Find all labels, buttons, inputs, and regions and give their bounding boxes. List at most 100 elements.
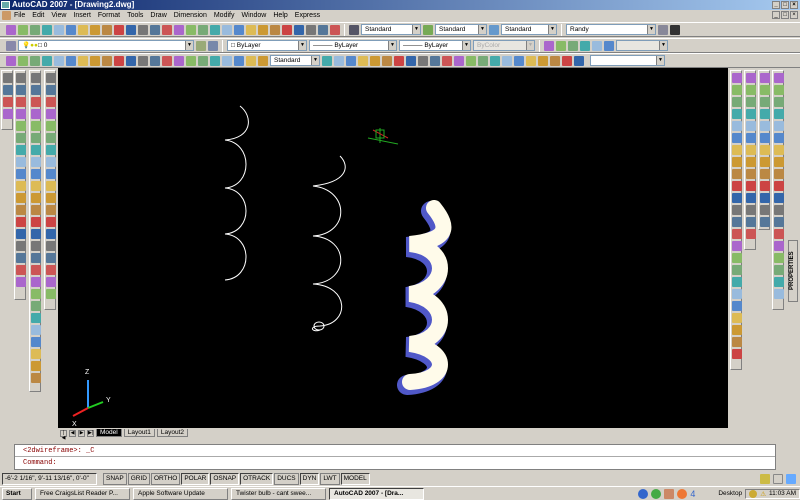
toolbar-lock-icon[interactable] — [773, 473, 783, 484]
viewport-tool-icon-4[interactable] — [580, 40, 590, 51]
righttb1-tool-icon-15[interactable] — [732, 241, 742, 251]
lefttb4-tool-icon-4[interactable] — [46, 109, 56, 119]
righttb1-tool-icon-5[interactable] — [732, 121, 742, 131]
dimension-tool-icon-12[interactable] — [138, 55, 148, 66]
righttb1-tool-icon-8[interactable] — [732, 157, 742, 167]
righttb4-tool-icon-5[interactable] — [774, 121, 784, 131]
save-workspace-icon[interactable] — [670, 24, 680, 35]
righttb3-tool-icon-4[interactable] — [760, 109, 770, 119]
command-window[interactable]: <2dwireframe>: _C Command: — [14, 444, 776, 470]
menu-view[interactable]: View — [51, 12, 66, 19]
righttb4-tool-icon-12[interactable] — [774, 205, 784, 215]
lefttb4-tool-icon-5[interactable] — [46, 121, 56, 131]
lefttb4-tool-icon-2[interactable] — [46, 85, 56, 95]
righttb2-tool-icon-6[interactable] — [746, 133, 756, 143]
menu-help[interactable]: Help — [273, 12, 287, 19]
lineweight-select[interactable]: ——— ByLayer ▼ — [399, 40, 471, 51]
righttb4-tool-icon-9[interactable] — [774, 169, 784, 179]
dimension-tool-icon-10[interactable] — [114, 55, 124, 66]
righttb2-tool-icon-1[interactable] — [746, 73, 756, 83]
lefttb3-tool-icon-6[interactable] — [31, 133, 41, 143]
righttb3-tool-icon-2[interactable] — [760, 85, 770, 95]
maximize-button[interactable]: □ — [781, 1, 789, 9]
layer-manager-icon[interactable] — [6, 40, 16, 51]
righttb3-tool-icon-6[interactable] — [760, 133, 770, 143]
lefttb2-tool-icon-2[interactable] — [16, 85, 26, 95]
standard-tool-icon-18[interactable] — [210, 24, 220, 35]
status-snap-toggle[interactable]: SNAP — [103, 472, 127, 485]
render-tool-icon-14[interactable] — [478, 55, 488, 66]
lefttb3-tool-icon-15[interactable] — [31, 241, 41, 251]
standard-tool-icon-1[interactable] — [6, 24, 16, 35]
righttb1-tool-icon-4[interactable] — [732, 109, 742, 119]
dimension-tool-icon-6[interactable] — [66, 55, 76, 66]
lefttb2-tool-icon-3[interactable] — [16, 97, 26, 107]
linetype-select[interactable]: ——— ByLayer ▼ — [309, 40, 397, 51]
standard-tool-icon-5[interactable] — [54, 24, 64, 35]
taskbar-task[interactable]: AutoCAD 2007 - [Dra... — [329, 487, 424, 500]
render-tool-icon-11[interactable] — [442, 55, 452, 66]
menu-insert[interactable]: Insert — [73, 12, 91, 19]
lefttb2-tool-icon-10[interactable] — [16, 181, 26, 191]
righttb1-tool-icon-22[interactable] — [732, 325, 742, 335]
righttb1-tool-icon-17[interactable] — [732, 265, 742, 275]
lefttb3-tool-icon-24[interactable] — [31, 349, 41, 359]
lefttb4-tool-icon-9[interactable] — [46, 169, 56, 179]
righttb1-tool-icon-23[interactable] — [732, 337, 742, 347]
standard-tool-icon-14[interactable] — [162, 24, 172, 35]
standard-tool-icon-21[interactable] — [246, 24, 256, 35]
standard-tool-icon-3[interactable] — [30, 24, 40, 35]
dimension-tool-icon-11[interactable] — [126, 55, 136, 66]
layer-previous-icon[interactable] — [208, 40, 218, 51]
taskbar-task[interactable]: Twister bulb - cant swee... — [231, 487, 326, 500]
warning-icon[interactable]: ⚠ — [760, 490, 766, 498]
righttb2-tool-icon-13[interactable] — [746, 217, 756, 227]
menu-format[interactable]: Format — [98, 12, 120, 19]
dim-style-select[interactable]: Standard ▼ — [435, 24, 487, 35]
render-tool-icon-17[interactable] — [514, 55, 524, 66]
properties-palette-tab[interactable]: PROPERTIES — [788, 240, 798, 302]
righttb3-tool-icon-7[interactable] — [760, 145, 770, 155]
plot-style-select[interactable]: ByColor ▼ — [473, 40, 535, 51]
status-ducs-toggle[interactable]: DUCS — [274, 472, 299, 485]
righttb1-tool-icon-3[interactable] — [732, 97, 742, 107]
menu-modify[interactable]: Modify — [214, 12, 235, 19]
righttb1-tool-icon-10[interactable] — [732, 181, 742, 191]
lefttb3-tool-icon-9[interactable] — [31, 169, 41, 179]
standard-tool-icon-25[interactable] — [294, 24, 304, 35]
status-grid-toggle[interactable]: GRID — [127, 472, 150, 485]
lefttb3-tool-icon-1[interactable] — [31, 73, 41, 83]
close-button[interactable]: × — [790, 1, 798, 9]
standard-tool-icon-6[interactable] — [66, 24, 76, 35]
standard-tool-icon-27[interactable] — [318, 24, 328, 35]
righttb3-tool-icon-8[interactable] — [760, 157, 770, 167]
render-tool-icon-6[interactable] — [382, 55, 392, 66]
lefttb3-tool-icon-5[interactable] — [31, 121, 41, 131]
render-tool-icon-3[interactable] — [346, 55, 356, 66]
clean-screen-icon[interactable] — [786, 473, 796, 484]
render-tool-icon-2[interactable] — [334, 55, 344, 66]
named-views-select[interactable]: ▼ — [590, 55, 665, 66]
dimension-tool-icon-5[interactable] — [54, 55, 64, 66]
render-tool-icon-4[interactable] — [358, 55, 368, 66]
lefttb3-tool-icon-2[interactable] — [31, 85, 41, 95]
standard-tool-icon-22[interactable] — [258, 24, 268, 35]
lefttb2-tool-icon-18[interactable] — [16, 277, 26, 287]
render-tool-icon-8[interactable] — [406, 55, 416, 66]
dimension-tool-icon-2[interactable] — [18, 55, 28, 66]
righttb1-tool-icon-13[interactable] — [732, 217, 742, 227]
lefttb2-tool-icon-14[interactable] — [16, 229, 26, 239]
lefttb2-tool-icon-1[interactable] — [16, 73, 26, 83]
quicklaunch-media-icon[interactable] — [638, 488, 649, 499]
righttb3-tool-icon-10[interactable] — [760, 181, 770, 191]
standard-tool-icon-8[interactable] — [90, 24, 100, 35]
lefttb2-tool-icon-13[interactable] — [16, 217, 26, 227]
righttb4-tool-icon-15[interactable] — [774, 241, 784, 251]
righttb2-tool-icon-9[interactable] — [746, 169, 756, 179]
standard-tool-icon-26[interactable] — [306, 24, 316, 35]
lefttb1-tool-icon-3[interactable] — [3, 97, 13, 107]
righttb2-tool-icon-11[interactable] — [746, 193, 756, 203]
righttb4-tool-icon-3[interactable] — [774, 97, 784, 107]
righttb3-tool-icon-1[interactable] — [760, 73, 770, 83]
righttb1-tool-icon-21[interactable] — [732, 313, 742, 323]
